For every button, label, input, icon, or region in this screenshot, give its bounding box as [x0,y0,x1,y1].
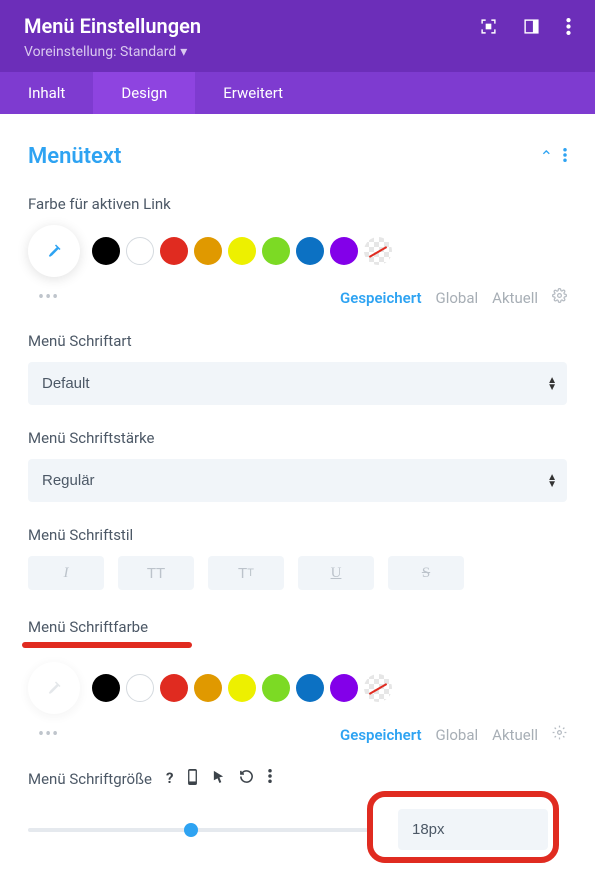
gear-icon[interactable] [552,725,567,744]
color-swatch-purple[interactable] [330,237,358,265]
color-swatch-none[interactable] [364,237,392,265]
tab-erweitert[interactable]: Erweitert [195,72,311,114]
uppercase-button[interactable]: TT [118,556,194,590]
label-font: Menü Schriftart [28,332,567,350]
preset-dropdown[interactable]: Voreinstellung: Standard ▾ [24,44,571,60]
color-swatch-black[interactable] [92,237,120,265]
tab-design[interactable]: Design [93,72,195,114]
label-active-link-color: Farbe für aktiven Link [28,195,567,213]
section-kebab-icon[interactable] [563,147,567,166]
color-swatch-blue[interactable] [296,237,324,265]
color-swatch-red[interactable] [160,237,188,265]
tab-inhalt[interactable]: Inhalt [0,72,93,114]
state-tab-current[interactable]: Aktuell [492,289,538,307]
color-swatch-red[interactable] [160,674,188,702]
state-tab-saved[interactable]: Gespeichert [340,289,421,307]
help-icon[interactable]: ? [166,769,173,789]
color-swatch-white[interactable] [126,674,154,702]
color-swatch-blue[interactable] [296,674,324,702]
label-font-size: Menü Schriftgröße [28,770,152,788]
color-row-font [28,662,567,714]
frame-icon[interactable] [480,18,497,35]
color-row-active-link [28,225,567,277]
font-select[interactable]: Default [28,362,567,405]
state-tab-global[interactable]: Global [436,289,479,307]
color-swatch-green[interactable] [262,674,290,702]
label-font-weight: Menü Schriftstärke [28,429,567,447]
color-swatch-black[interactable] [92,674,120,702]
font-size-input[interactable] [398,809,548,850]
hover-icon[interactable] [212,769,225,789]
gear-icon[interactable] [552,288,567,307]
color-swatch-orange[interactable] [194,674,222,702]
main-tabs: Inhalt Design Erweitert [0,72,595,114]
eyedropper-button[interactable] [28,225,80,277]
font-weight-select[interactable]: Regulär [28,459,567,502]
state-tab-global[interactable]: Global [436,726,479,744]
label-font-style: Menü Schriftstil [28,526,567,544]
state-tab-current[interactable]: Aktuell [492,726,538,744]
strikethrough-button[interactable]: S [388,556,464,590]
more-colors-icon[interactable]: ••• [28,287,59,308]
more-colors-icon[interactable]: ••• [28,724,59,745]
kebab-menu-icon[interactable] [566,18,571,35]
section-title: Menütext [28,144,121,169]
font-size-slider[interactable] [28,828,368,832]
color-swatch-green[interactable] [262,237,290,265]
columns-icon[interactable] [523,18,540,35]
slider-thumb[interactable] [184,823,198,837]
color-swatch-none[interactable] [364,674,392,702]
state-tab-saved[interactable]: Gespeichert [340,726,421,744]
reset-icon[interactable] [239,769,254,789]
mobile-icon[interactable] [187,769,198,789]
preset-label: Voreinstellung: Standard [24,44,176,60]
color-swatch-white[interactable] [126,237,154,265]
label-font-color: Menü Schriftfarbe [28,618,567,636]
italic-button[interactable]: I [28,556,104,590]
smallcaps-button[interactable]: TT [208,556,284,590]
eyedropper-button[interactable] [28,662,80,714]
color-swatch-yellow[interactable] [228,674,256,702]
color-swatch-yellow[interactable] [228,237,256,265]
panel-header: Menü Einstellungen Voreinstellung: Stand… [0,0,595,72]
size-kebab-icon[interactable] [268,769,272,789]
color-swatch-orange[interactable] [194,237,222,265]
caret-down-icon: ▾ [180,44,187,60]
underline-button[interactable]: U [298,556,374,590]
color-swatch-purple[interactable] [330,674,358,702]
collapse-icon[interactable]: ⌃ [540,147,553,166]
panel-title: Menü Einstellungen [24,14,201,38]
